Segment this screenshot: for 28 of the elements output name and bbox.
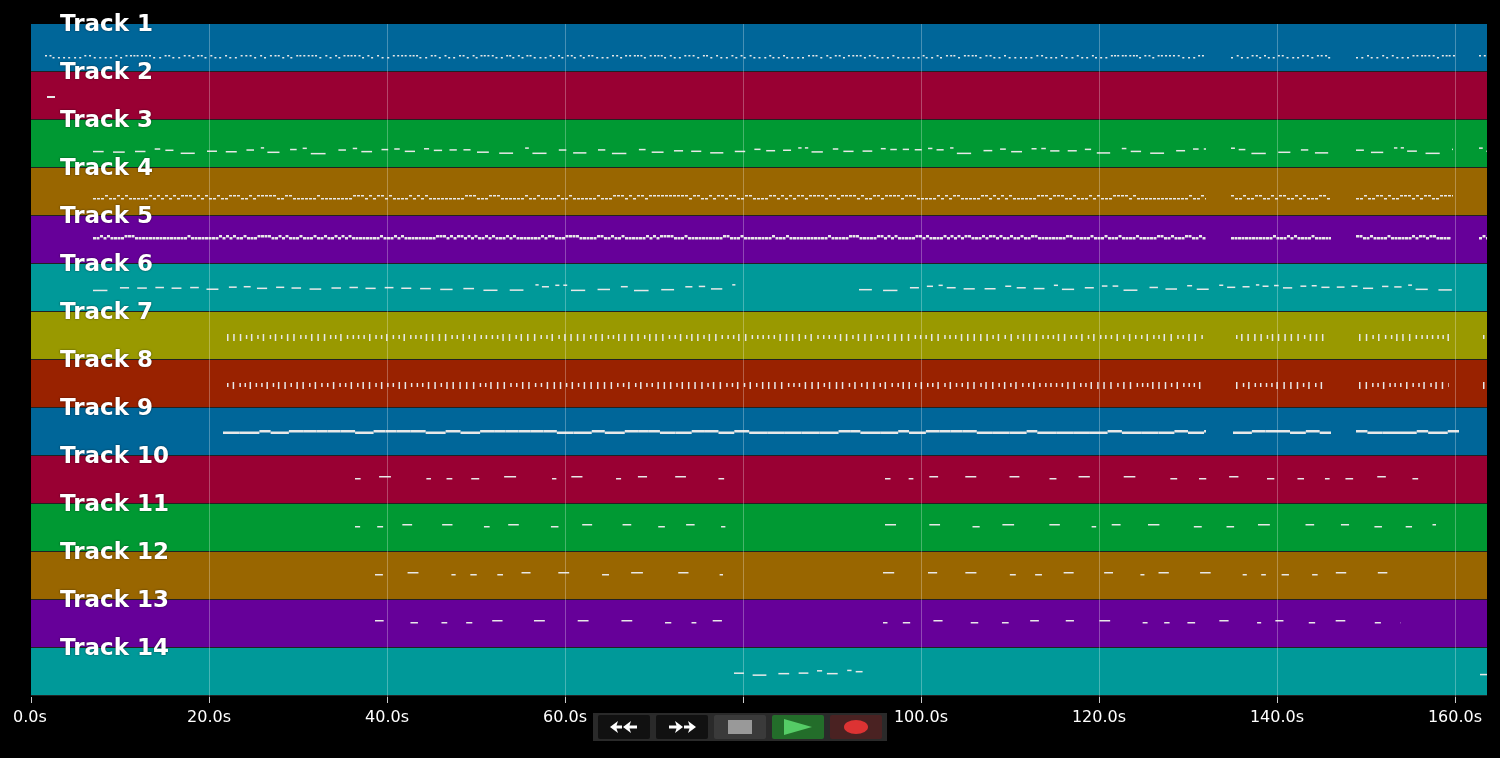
- record-button[interactable]: [830, 715, 882, 739]
- record-icon: [844, 720, 868, 734]
- time-label: 100.0s: [893, 707, 949, 727]
- time-label: 60.0s: [543, 707, 587, 727]
- track-name: Track 2: [60, 58, 153, 84]
- play-button[interactable]: [772, 715, 824, 739]
- time-label: 0.0s: [13, 707, 47, 727]
- time-label: 120.0s: [1071, 707, 1127, 727]
- time-label: 40.0s: [365, 707, 409, 727]
- fast-forward-button[interactable]: [656, 715, 708, 739]
- stop-button[interactable]: [714, 715, 766, 739]
- track-name: Track 13: [60, 586, 169, 612]
- fast-forward-icon: [667, 720, 697, 734]
- time-label: 140.0s: [1249, 707, 1305, 727]
- play-icon: [784, 719, 812, 735]
- track-name: Track 12: [60, 538, 169, 564]
- track-name: Track 6: [60, 250, 153, 276]
- track-name: Track 4: [60, 154, 153, 180]
- rewind-icon: [609, 720, 639, 734]
- rewind-button[interactable]: [598, 715, 650, 739]
- track-name: Track 14: [60, 634, 169, 660]
- track-name: Track 1: [60, 10, 153, 36]
- time-label: 160.0s: [1427, 707, 1483, 727]
- track-name: Track 10: [60, 442, 169, 468]
- stop-icon: [728, 720, 752, 734]
- track-name: Track 5: [60, 202, 153, 228]
- time-label: 20.0s: [187, 707, 231, 727]
- track-name: Track 8: [60, 346, 153, 372]
